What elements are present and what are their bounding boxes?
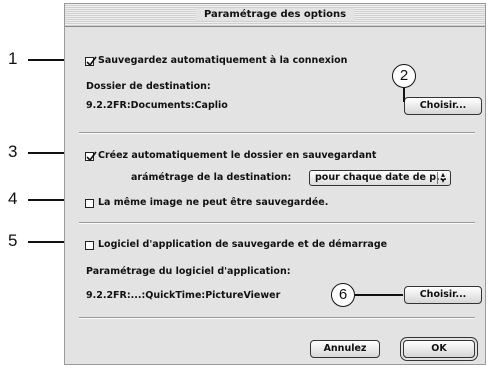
auto-save-checkbox[interactable] [85,56,97,67]
updown-arrow-icon: ▴ ▾ [437,171,448,185]
ok-button[interactable]: OK [403,340,475,358]
auto-save-label[interactable]: Sauvegardez automatiquement à la connexi… [98,55,347,66]
app-software-param-label: Paramétrage du logiciel d'application: [86,266,291,277]
title-bar[interactable]: Paramétrage des options [65,4,485,27]
callout-4: 4 [8,189,18,208]
callout-6-line [355,294,403,296]
callout-3: 3 [8,142,18,161]
separator [79,132,475,134]
callout-2: 2 [392,64,416,88]
callout-6: 6 [331,283,355,307]
destination-param-value: pour chaque date de p... [315,172,447,183]
same-image-label[interactable]: La même image ne peut être sauvegardée. [98,197,328,208]
separator [79,317,475,319]
app-software-checkbox[interactable] [85,241,94,250]
app-software-label[interactable]: Logiciel d'application de sauvegarde et … [98,239,387,250]
checkmark-icon [86,56,97,67]
dest-folder-path: 9.2.2FR:Documents:Caplio [86,100,228,111]
callout-2-line [403,88,405,102]
dest-folder-label: Dossier de destination: [86,81,211,92]
same-image-checkbox[interactable] [85,199,94,208]
choose-dest-folder-button[interactable]: Choisir... [404,97,482,115]
destination-param-label: arámétrage de la destination: [131,172,292,183]
choose-app-software-button[interactable]: Choisir... [404,286,482,304]
app-software-path: 9.2.2FR:...:QuickTime:PictureViewer [86,290,281,301]
auto-create-folder-label[interactable]: Créez automatiquement le dossier en sauv… [98,150,376,161]
destination-param-select[interactable]: pour chaque date de p... ▴ ▾ [309,170,451,186]
separator [79,222,475,224]
callout-1: 1 [8,49,18,68]
auto-create-folder-checkbox[interactable] [85,151,97,162]
dialog-title: Paramétrage des options [195,8,355,21]
options-dialog: Paramétrage des options Sauvegardez auto… [64,3,486,365]
callout-5: 5 [8,231,18,250]
checkmark-icon [86,151,97,162]
cancel-button[interactable]: Annulez [310,340,380,358]
